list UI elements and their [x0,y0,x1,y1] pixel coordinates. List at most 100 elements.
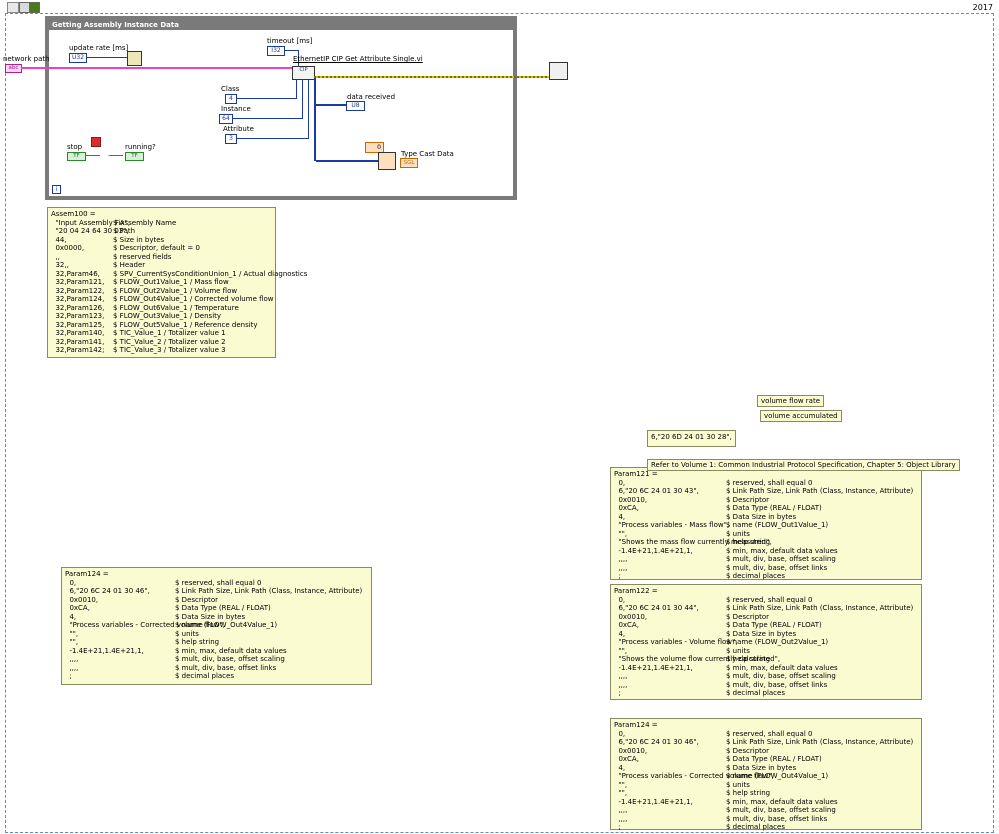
note-code: ,,,, [614,563,628,572]
note-code: ,,,, [65,655,79,663]
note-comment: $ Descriptor [726,612,770,621]
class-control[interactable]: 4 [225,94,237,104]
note-line: 0, $ reserved, shall equal 0 [65,579,368,588]
note-code: 32,Param121, [51,278,105,286]
note-comment: $ reserved, shall equal 0 [726,729,813,738]
stop-terminal-icon[interactable] [91,137,101,147]
note-line: ,, $ reserved fields [51,253,272,262]
note-code: Param121 = [614,470,658,478]
note-line: "", $ units [614,781,918,790]
typecast-wire [316,160,378,162]
note-comment: $ units [726,780,750,789]
wait-ms-icon[interactable] [127,51,142,66]
year-label: 2017 [972,3,993,12]
note-line: Param121 = [614,470,918,479]
note-code: "Shows the volume flow currently calcula… [614,655,781,663]
note-comment: $ min, max, default data values [726,546,838,555]
note-comment: $ mult, div, base, offset links [175,663,277,672]
update-rate-control[interactable]: U32 [69,53,87,63]
note-comment: $ Assembly Name [113,218,177,227]
type-cast-label: Type Cast Data [401,150,454,158]
note-comment: $ Header [113,261,146,269]
note-code: Assem100 = [51,210,96,218]
note-code: "", [614,789,628,797]
note-code: 44, [51,235,67,244]
param124-note-right: Param124 = 0, $ reserved, shall equal 0 6… [610,718,922,831]
stop-control[interactable]: TF [67,152,86,161]
note-code: ,,,, [614,672,628,680]
refer-note: Refer to Volume 1: Common Industrial Pro… [647,459,960,471]
timeout-control[interactable]: I32 [267,46,285,56]
note-comment: $ mult, div, base, offset scaling [726,555,836,563]
note-code: 32,Param126, [51,303,105,312]
note-comment: $ FLOW_Out2Value_1 / Volume flow [113,286,238,295]
type-cast-icon[interactable] [378,152,396,170]
error-handler-icon[interactable] [549,62,568,80]
note-line: "", $ help string [65,638,368,647]
note-code: "", [614,780,628,789]
note-line: "Process variables - Corrected volume fl… [614,772,918,781]
param122-note: Param122 = 0, $ reserved, shall equal 0 6… [610,584,922,700]
note-line: 4, $ Data Size in bytes [614,630,918,639]
note-comment: $ units [175,629,199,638]
note-code: 0, [614,595,626,604]
note-line: "", $ help string [614,789,918,798]
attribute-label: Attribute [223,125,254,133]
note-code: 6,"20 6C 24 01 30 44", [614,604,699,612]
note-line: 32,Param46, $ SPV_CurrentSysConditionUnio… [51,270,307,279]
note-comment: $ name (FLOW_Out2Value_1) [726,638,829,646]
note-line: ,,,, $ mult, div, base, offset links [614,681,918,690]
not-icon[interactable] [100,151,110,159]
note-code: 32,Param124, [51,295,105,303]
note-comment: $ FLOW_Out3Value_1 / Density [113,312,222,320]
note-code: 4, [614,512,626,521]
case-selector[interactable] [7,2,19,13]
note-comment: $ Link Path Size, Link Path (Class, Inst… [726,604,914,612]
note-comment: $ help string [726,655,771,663]
note-code: "", [65,629,79,638]
stop-label: stop [67,143,83,151]
note-comment: $ TIC_Value_1 / Totalizer value 1 [113,329,226,337]
timeout-wire [285,50,298,51]
note-code: ,,,, [614,680,628,689]
note-comment: $ reserved fields [113,252,172,261]
note-code: 6,"20 6C 24 01 30 46", [614,738,699,746]
note-line: -1.4E+21,1.4E+21,1, $ min, max, default d… [614,547,918,556]
note-comment: $ name (FLOW_Out1Value_1) [726,521,829,529]
network-path-label: network path [3,55,50,63]
instance-wire-v [302,79,303,119]
network-path-control[interactable]: abc [5,64,22,73]
note-comment: $ min, max, default data values [175,646,287,655]
note-comment: $ Data Size in bytes [726,629,797,638]
note-line: Param122 = [614,587,918,596]
note-comment: $ SPV_CurrentSysConditionUnion_1 / Actua… [113,269,308,278]
note-line: Param124 = [614,721,918,730]
instance-control[interactable]: 64 [219,114,233,124]
note-line: 4, $ Data Size in bytes [614,764,918,773]
note-line: "Shows the mass flow currently measured"… [614,538,918,547]
note-comment: $ min, max, default data values [726,663,838,672]
note-line: 0xCA, $ Data Type (REAL / FLOAT) [614,504,918,513]
param121-note: Param121 = 0, $ reserved, shall equal 0 6… [610,467,922,580]
class-wire [236,98,296,99]
note-line: 6,"20 6C 24 01 30 46", $ Link Path Size, … [614,738,918,747]
assem100-note: Assem100 = "Input Assembly Fix", $ Assemb… [47,207,307,358]
note-code: Param124 = [65,570,109,578]
note-code: 4, [65,612,77,621]
error-wire [314,76,516,78]
note-code: 4, [614,629,626,638]
cip-get-attribute-icon[interactable]: CIP [292,66,315,80]
note-line: 0, $ reserved, shall equal 0 [614,596,918,605]
note-line: 32,Param121, $ FLOW_Out1Value_1 / Mass fl… [51,278,272,287]
attribute-control[interactable]: 3 [225,134,237,144]
note-line: "20 04 24 64 30 03", $ Path [51,227,272,236]
increment-icon[interactable] [29,2,40,13]
note-line: 32,Param124, $ FLOW_Out4Value_1 / Correct… [51,295,273,304]
note-comment: $ help string [726,789,771,797]
note-code: 0xCA, [614,755,639,763]
data-wire-v [314,78,316,161]
note-line: 0, $ reserved, shall equal 0 [614,479,918,488]
note-line: ; $ decimal places [65,672,368,681]
note-comment: $ reserved, shall equal 0 [726,595,813,604]
note-line: 32,, $ Header [51,261,272,270]
